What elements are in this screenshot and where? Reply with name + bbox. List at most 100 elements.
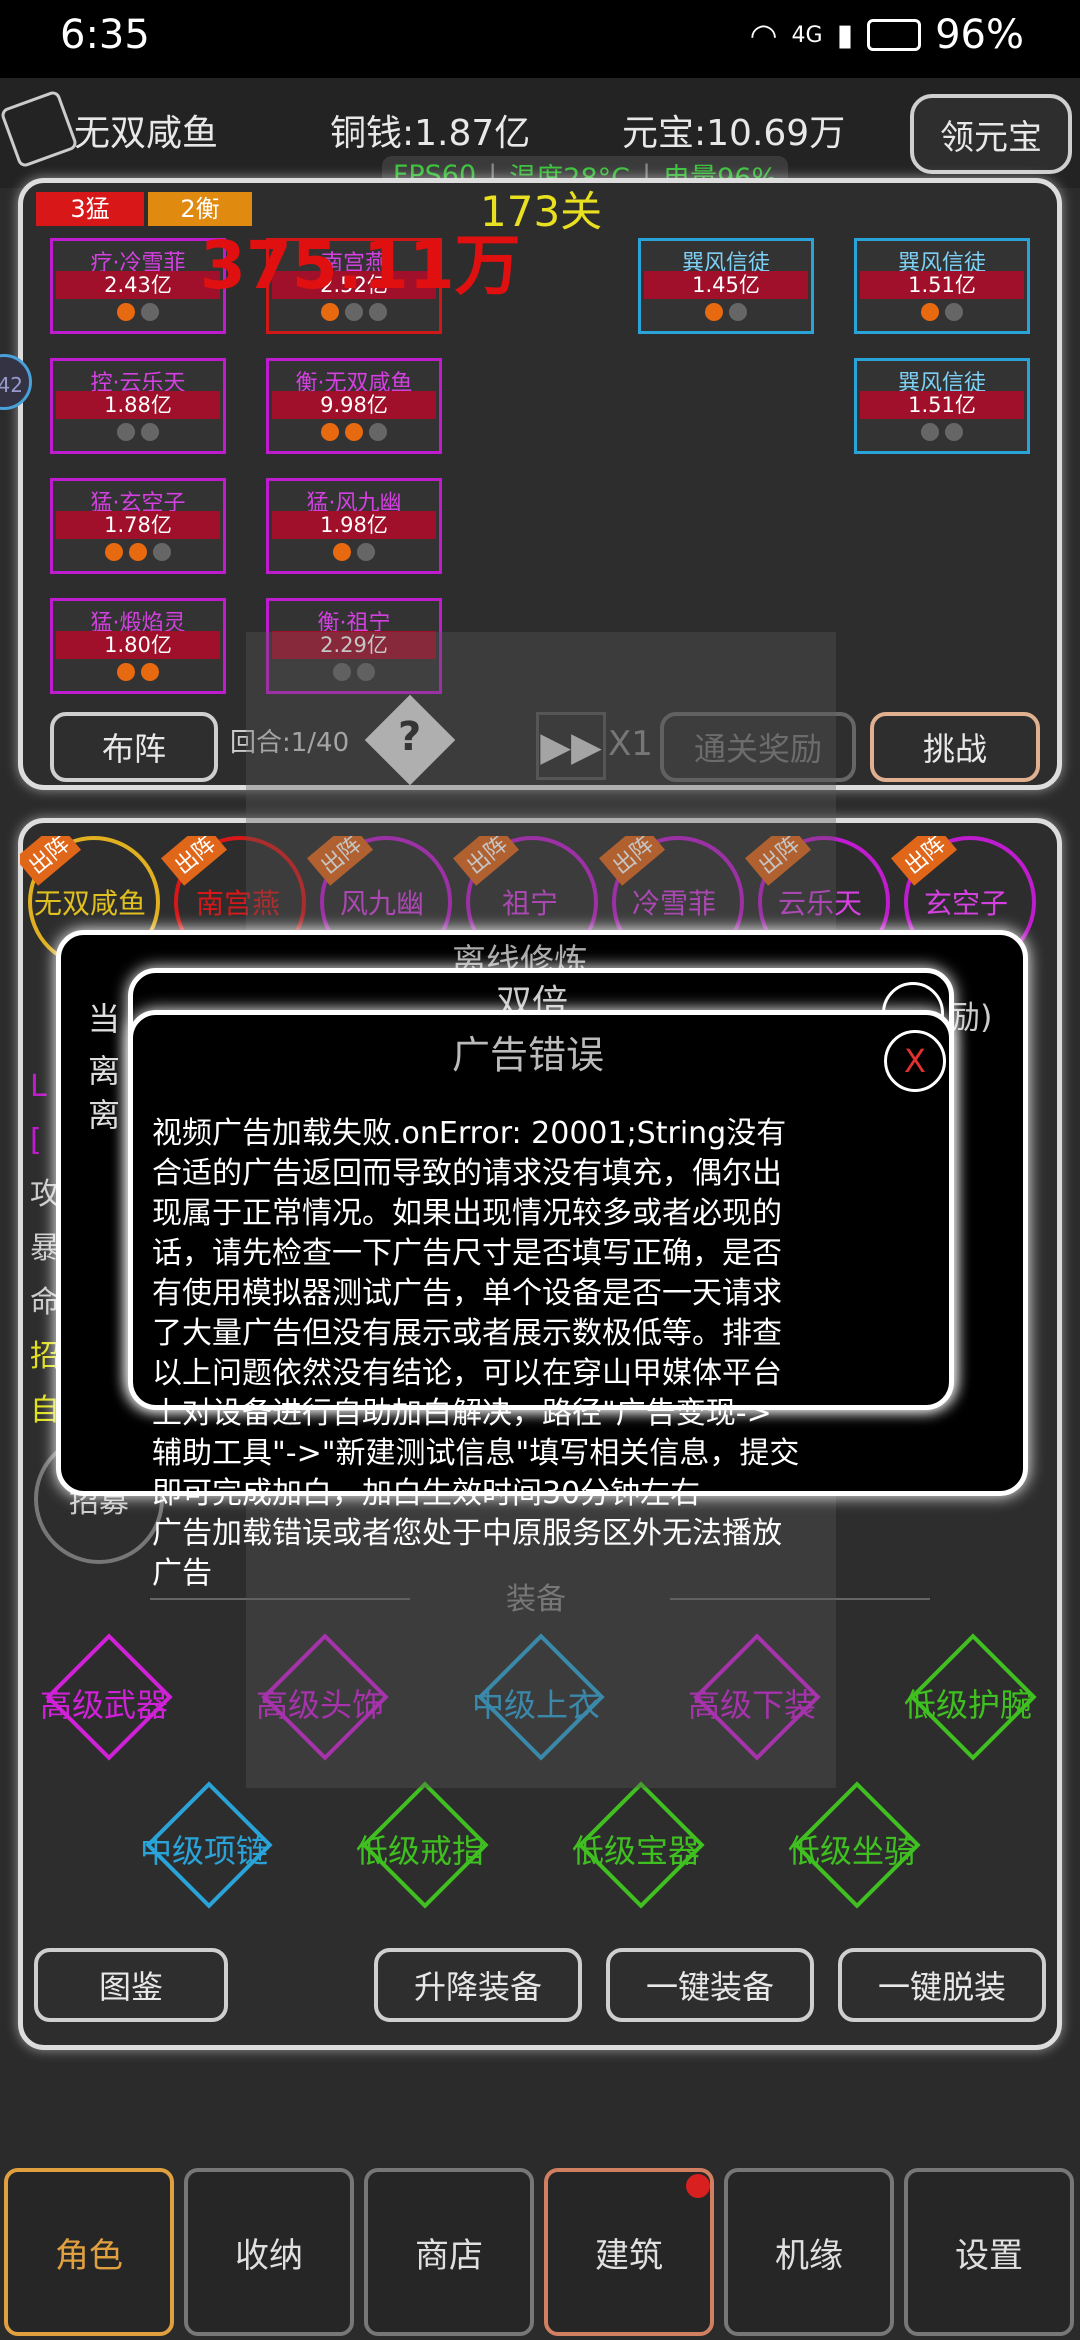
star-dot [141,423,159,441]
enemy-power: 1.51亿 [860,271,1024,299]
tab-fortune[interactable]: 机缘 [724,2168,894,2336]
ally-power: 9.98亿 [272,391,436,419]
copper-count: 铜钱:1.87亿 [330,113,531,154]
notification-dot [686,2174,710,2198]
status-bar: 6:35 ◠ 4G ▮ 96% [0,0,1080,78]
star-dot [321,423,339,441]
upgrade-equipment-button[interactable]: 升降装备 [374,1948,582,2022]
yuanbao-count: 元宝:10.69万 [622,113,846,154]
message-line: 视频广告加载失败.onError: 20001;String没有 [152,1116,787,1151]
enemy-stars [641,303,811,321]
close-icon[interactable]: X [884,1030,946,1092]
star-dot [729,303,747,321]
star-dot [921,303,939,321]
bottom-nav: 角色 收纳 商店 建筑 机缘 设置 [0,2164,1080,2340]
signal-bars-icon: ▮ [836,17,854,53]
battery-icon [867,19,922,51]
wifi-icon: ◠ [749,16,778,54]
offline-stat-char: 当 [88,1000,121,1038]
avatar-icon[interactable] [0,89,79,169]
ally-power: 2.43亿 [56,271,220,299]
hero-name: 无双咸鱼 [34,887,147,920]
equipment-label: 低级护腕 [904,1686,1033,1724]
tab-settings[interactable]: 设置 [904,2168,1074,2336]
message-line: 广告加载错误或者您处于中原服务区外无法播放 [152,1516,782,1551]
ally-power: 1.80亿 [56,631,220,659]
star-dot [129,543,147,561]
ally-card[interactable]: 猛·玄空子 1.78亿 [50,478,226,574]
ally-stars [53,543,223,561]
ally-stars [269,543,439,561]
star-dot [357,543,375,561]
ally-card[interactable]: 控·云乐天 1.88亿 [50,358,226,454]
status-time: 6:35 [60,12,150,58]
star-dot [117,423,135,441]
tab-shop[interactable]: 商店 [364,2168,534,2336]
offline-stat-char: 离 [88,1052,121,1090]
challenge-button[interactable]: 挑战 [870,712,1040,782]
claim-yuanbao-button[interactable]: 领元宝 [910,94,1072,174]
message-line: 话，请先检查一下广告尺寸是否填写正确，是否 [152,1236,782,1271]
ally-power: 1.88亿 [56,391,220,419]
signal-icon: 4G [791,22,823,48]
ally-power: 1.78亿 [56,511,220,539]
enemy-card[interactable]: 巽风信徒 1.51亿 [854,238,1030,334]
atlas-button[interactable]: 图鉴 [34,1948,228,2022]
star-dot [369,423,387,441]
equipment-label: 低级戒指 [356,1832,485,1870]
enemy-card[interactable]: 巽风信徒 1.45亿 [638,238,814,334]
status-icons: ◠ 4G ▮ 96% [750,12,1024,58]
message-line: 有使用模拟器测试广告，单个设备是否一天请求 [152,1276,782,1311]
offline-stat-char: 离 [88,1096,121,1134]
star-dot [141,663,159,681]
enemy-power: 1.51亿 [860,391,1024,419]
message-line: 合适的广告返回而导致的请求没有填充，偶尔出 [152,1156,782,1191]
ally-card[interactable]: 猛·煅焰灵 1.80亿 [50,598,226,694]
offline-reward-label: 励) [948,998,993,1036]
ally-stars [53,303,223,321]
enemy-stars [857,423,1027,441]
star-dot [105,543,123,561]
equipment-label: 低级宝器 [572,1832,701,1870]
star-dot [945,423,963,441]
ad-error-message: 视频广告加载失败.onError: 20001;String没有 合适的广告返回… [152,1114,942,1594]
message-line: 广告 [152,1556,212,1591]
message-line: 即可完成加白，加白生效时间30分钟左右 [152,1476,701,1511]
tag-fierce: 3猛 [36,192,144,226]
ally-card[interactable]: 猛·风九幽 1.98亿 [266,478,442,574]
tab-storage[interactable]: 收纳 [184,2168,354,2336]
tab-role[interactable]: 角色 [4,2168,174,2336]
star-dot [153,543,171,561]
message-line: 辅助工具"->"新建测试信息"填写相关信息，提交 [152,1436,800,1471]
equipment-label: 低级坐骑 [788,1832,917,1870]
ad-error-title: 广告错误 [452,1033,605,1077]
enemy-stars [857,303,1027,321]
ally-stars [53,663,223,681]
enemy-card[interactable]: 巽风信徒 1.51亿 [854,358,1030,454]
message-line: 上对设备进行自助加白解决，路径"广告变现-> [152,1396,772,1431]
equip-all-button[interactable]: 一键装备 [606,1948,814,2022]
formation-button[interactable]: 布阵 [50,712,218,782]
damage-number: 375.11万 [200,227,521,304]
message-line: 现属于正常情况。如果出现情况较多或者必现的 [152,1196,782,1231]
star-dot [117,663,135,681]
battery-percent: 96% [935,12,1024,58]
star-dot [345,423,363,441]
equipment-label: 高级武器 [40,1686,169,1724]
star-dot [333,543,351,561]
star-dot [117,303,135,321]
message-line: 以上问题依然没有结论，可以在穿山甲媒体平台 [152,1356,782,1391]
star-dot [945,303,963,321]
ally-stars [269,423,439,441]
equipment-label: 中级项链 [140,1832,269,1870]
hero-name: 玄空子 [924,887,1009,920]
unequip-all-button[interactable]: 一键脱装 [838,1948,1046,2022]
message-line: 了大量广告但没有展示或者展示数极低等。排查 [152,1316,782,1351]
star-dot [141,303,159,321]
player-name: 无双咸鱼 [74,113,219,154]
star-dot [921,423,939,441]
ally-stars [53,423,223,441]
enemy-power: 1.45亿 [644,271,808,299]
ally-card[interactable]: 衡·无双咸鱼 9.98亿 [266,358,442,454]
ally-power: 1.98亿 [272,511,436,539]
